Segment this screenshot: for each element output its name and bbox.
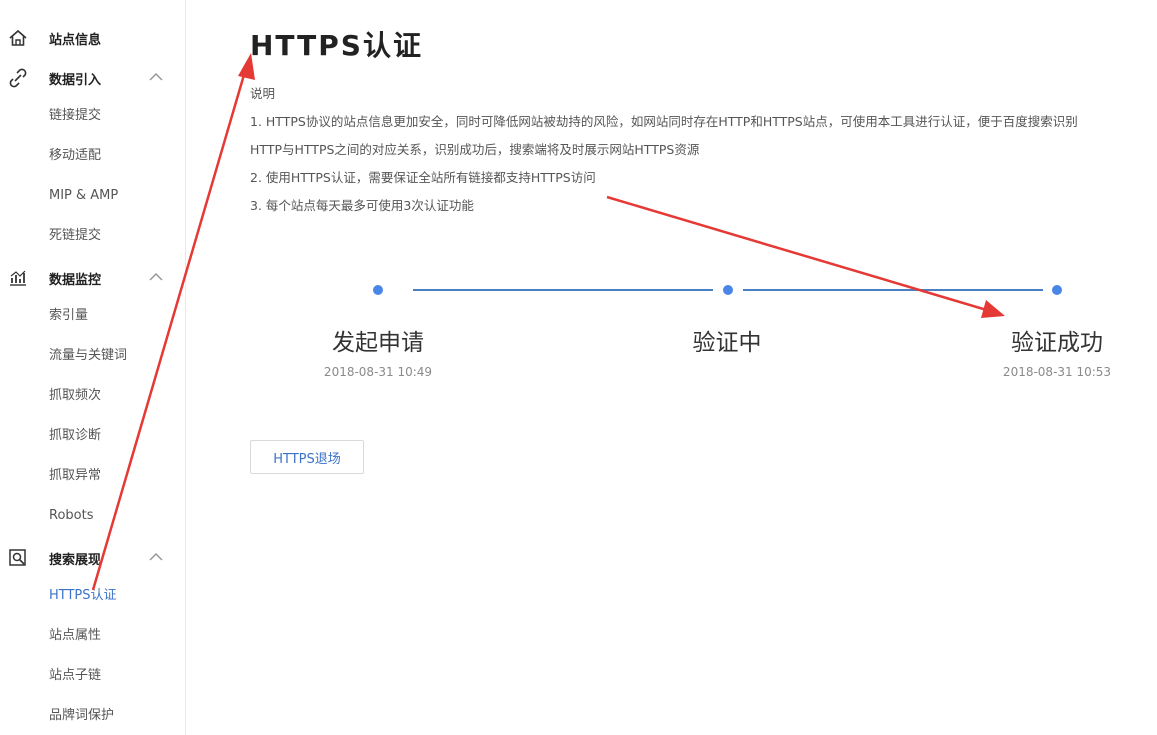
sidebar: 站点信息 数据引入 链接提交 移动适配 MIP & AMP 死链提交 数据监控 …	[0, 0, 186, 735]
step-connector	[743, 289, 1043, 291]
sidebar-item-robots[interactable]: Robots	[49, 507, 93, 525]
sidebar-group-data-monitor[interactable]: 数据监控	[0, 264, 185, 292]
sidebar-group-label: 数据引入	[49, 73, 102, 88]
step-connector	[413, 289, 713, 291]
sidebar-group-label: 数据监控	[49, 273, 102, 288]
sidebar-item-site-attributes[interactable]: 站点属性	[49, 627, 101, 645]
sidebar-item-dead-link[interactable]: 死链提交	[49, 227, 101, 245]
sidebar-item-brand-protection[interactable]: 品牌词保护	[49, 707, 114, 725]
step-dot-verifying	[723, 285, 733, 295]
step-label-success: 验证成功	[1011, 330, 1103, 356]
sidebar-item-crawl-diagnose[interactable]: 抓取诊断	[49, 427, 101, 445]
step-dot-success	[1052, 285, 1062, 295]
step-time-submit: 2018-08-31 10:49	[323, 365, 433, 379]
description-heading: 说明	[250, 86, 276, 101]
sidebar-item-index-count[interactable]: 索引量	[49, 307, 88, 325]
chart-icon	[10, 270, 26, 286]
https-exit-button[interactable]: HTTPS退场	[250, 440, 364, 474]
home-icon	[9, 29, 27, 46]
sidebar-item-crawl-frequency[interactable]: 抓取频次	[49, 387, 101, 405]
chevron-up-icon[interactable]	[149, 72, 163, 82]
description-line: 1. HTTPS协议的站点信息更加安全，同时可降低网站被劫持的风险，如网站同时存…	[250, 114, 1078, 129]
description-line: HTTP与HTTPS之间的对应关系，识别成功后，搜索端将及时展示网站HTTPS资…	[250, 142, 700, 157]
annotation-arrow-to-success	[606, 195, 1005, 318]
sidebar-item-mobile-adapt[interactable]: 移动适配	[49, 147, 101, 165]
description-line: 3. 每个站点每天最多可使用3次认证功能	[250, 198, 474, 213]
sidebar-group-search-display[interactable]: 搜索展现	[0, 544, 185, 572]
chevron-up-icon[interactable]	[149, 552, 163, 562]
sidebar-group-label: 站点信息	[49, 33, 102, 48]
sidebar-item-link-submit[interactable]: 链接提交	[49, 107, 101, 125]
link-icon	[9, 68, 27, 88]
sidebar-item-mip-amp[interactable]: MIP & AMP	[49, 187, 118, 205]
sidebar-group-label: 搜索展现	[49, 553, 102, 568]
description-line: 2. 使用HTTPS认证，需要保证全站所有链接都支持HTTPS访问	[250, 170, 596, 185]
sidebar-group-data-import[interactable]: 数据引入	[0, 64, 185, 92]
page-title: HTTPS认证	[250, 29, 423, 62]
sidebar-item-site-sublinks[interactable]: 站点子链	[49, 667, 101, 685]
sidebar-item-traffic-keywords[interactable]: 流量与关键词	[49, 347, 127, 365]
step-dot-submit	[373, 285, 383, 295]
sidebar-group-site-info[interactable]: 站点信息	[0, 24, 185, 52]
step-label-submit: 发起申请	[332, 330, 424, 356]
search-display-icon	[9, 549, 26, 566]
chevron-up-icon[interactable]	[149, 272, 163, 282]
step-time-success: 2018-08-31 10:53	[1002, 365, 1112, 379]
sidebar-item-https-auth[interactable]: HTTPS认证	[49, 587, 117, 605]
step-label-verifying: 验证中	[692, 330, 762, 356]
sidebar-item-crawl-error[interactable]: 抓取异常	[49, 467, 101, 485]
